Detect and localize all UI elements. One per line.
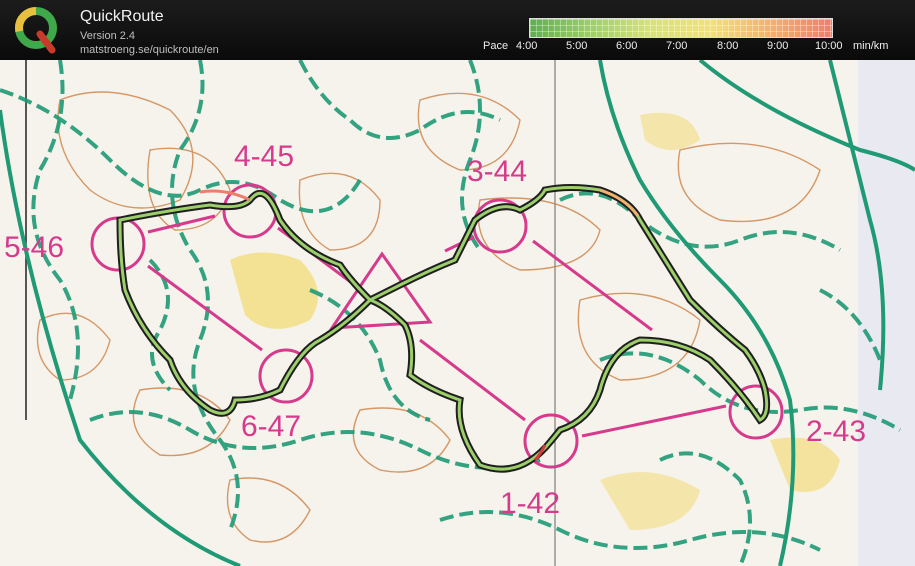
control-label-5: 5-46: [4, 231, 64, 264]
pace-tick-10: 10:00: [815, 40, 843, 52]
control-label-2: 2-43: [806, 415, 866, 448]
app-title: QuickRoute: [80, 8, 164, 25]
pace-tick-6: 6:00: [616, 40, 638, 52]
control-label-1: 1-42: [500, 487, 560, 520]
quickroute-logo-icon: [15, 7, 57, 54]
app-header: QuickRoute Version 2.4 matstroeng.se/qui…: [0, 0, 915, 60]
pace-unit: min/km: [853, 40, 889, 52]
pace-gradient-bar: [529, 18, 833, 38]
app-version: Version 2.4: [80, 30, 136, 42]
pace-tick-4: 4:00: [516, 40, 538, 52]
pace-tick-5: 5:00: [566, 40, 588, 52]
orienteering-map[interactable]: 1-42 2-43 3-44 4-45 5-46 6-47: [0, 60, 915, 566]
pace-tick-7: 7:00: [666, 40, 688, 52]
control-label-4: 4-45: [234, 140, 294, 173]
pace-tick-9: 9:00: [767, 40, 789, 52]
pace-legend-label: Pace: [483, 40, 509, 52]
app-url[interactable]: matstroeng.se/quickroute/en: [80, 44, 219, 56]
control-label-3: 3-44: [467, 155, 527, 188]
pace-tick-8: 8:00: [717, 40, 739, 52]
control-label-6: 6-47: [241, 410, 301, 443]
